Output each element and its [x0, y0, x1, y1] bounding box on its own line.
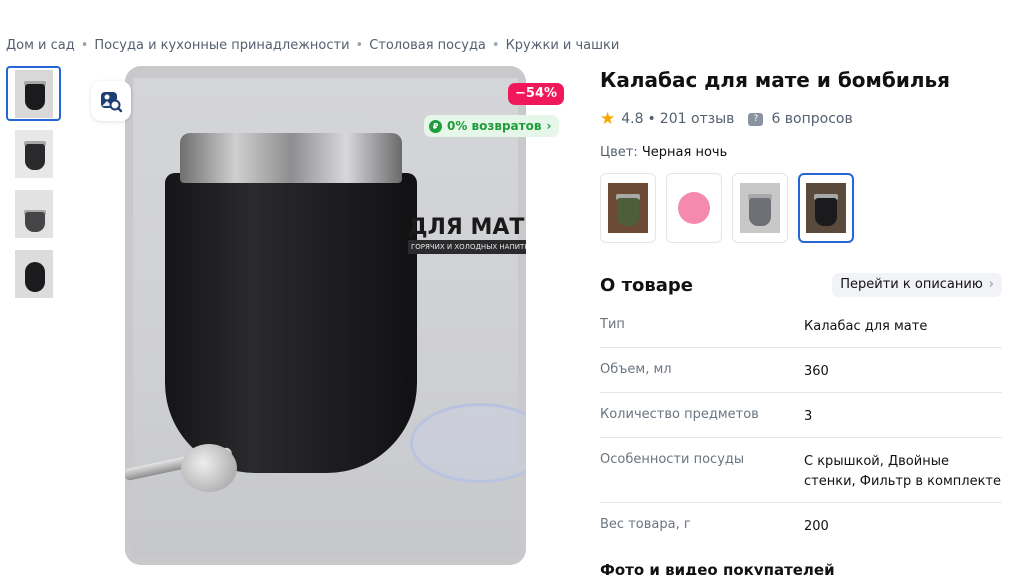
tumbler-body [165, 173, 417, 473]
color-row: Цвет: Черная ночь [600, 145, 1002, 160]
photo-title: ДЛЯ МАТЕ [408, 215, 526, 240]
spec-key: Особенности посуды [600, 452, 745, 467]
spec-value: 200 [804, 519, 829, 534]
breadcrumb-link-dinnerware[interactable]: Столовая посуда [369, 38, 486, 53]
spec-value: С крышкой, Двойные стенки, Фильтр в комп… [804, 454, 1001, 489]
swatch-grey[interactable] [732, 173, 788, 243]
about-title: О товаре [600, 274, 693, 296]
ruble-return-icon: ₽ [429, 119, 442, 133]
product-info: Калабас для мате и бомбилья ★ 4.8 • 201 … [600, 66, 1002, 548]
go-to-description-button[interactable]: Перейти к описанию › [832, 273, 1002, 297]
swatch-black[interactable] [798, 173, 854, 243]
about-header: О товаре Перейти к описанию › [600, 273, 1002, 297]
spec-key: Объем, мл [600, 362, 672, 377]
go-to-description-label: Перейти к описанию [840, 277, 983, 292]
rating-value: 4.8 [621, 111, 644, 127]
rating-separator: • [647, 111, 656, 127]
spec-key: Количество предметов [600, 407, 759, 422]
thumbnail-1[interactable] [6, 66, 61, 121]
thumbnail-4[interactable] [6, 246, 61, 301]
spec-row: Тип Калабас для мате [600, 303, 1002, 348]
color-value: Черная ночь [641, 145, 728, 160]
spec-row: Вес товара, г 200 [600, 503, 1002, 548]
lid-shape [410, 403, 526, 483]
rating-row: ★ 4.8 • 201 отзыв ? 6 вопросов [600, 109, 1002, 129]
breadcrumb-separator: • [80, 38, 89, 53]
image-search-button[interactable] [91, 81, 131, 121]
swatch-pink[interactable] [666, 173, 722, 243]
breadcrumb: Дом и сад • Посуда и кухонные принадлежнос… [6, 38, 619, 53]
spec-row: Количество предметов 3 [600, 393, 1002, 438]
product-title: Калабас для мате и бомбилья [600, 68, 950, 92]
star-icon: ★ [600, 109, 616, 129]
bombilla-head-shape [181, 444, 237, 492]
breadcrumb-link-mugs-cups[interactable]: Кружки и чашки [506, 38, 620, 53]
thumbnail-2[interactable] [6, 126, 61, 181]
reviews-link[interactable]: 201 отзыв [660, 111, 735, 127]
color-swatches [600, 173, 1002, 243]
returns-label: 0% возвратов [447, 119, 542, 133]
customer-photos-title: Фото и видео покупателей [600, 561, 835, 575]
color-label: Цвет: [600, 145, 638, 160]
spec-value: Калабас для мате [804, 319, 928, 334]
product-photo: ДЛЯ МАТЕ ГОРЯЧИХ И ХОЛОДНЫХ НАПИТКОВ [125, 78, 526, 556]
chevron-right-icon: › [546, 119, 552, 133]
breadcrumb-link-tableware[interactable]: Посуда и кухонные принадлежности [94, 38, 349, 53]
breadcrumb-link-home-garden[interactable]: Дом и сад [6, 38, 75, 53]
chevron-right-icon: › [988, 277, 994, 292]
thumbnail-3[interactable] [6, 186, 61, 241]
spec-row: Объем, мл 360 [600, 348, 1002, 393]
photo-subtitle: ГОРЯЧИХ И ХОЛОДНЫХ НАПИТКОВ [408, 240, 526, 254]
spec-value: 3 [804, 409, 813, 424]
questions-link[interactable]: 6 вопросов [771, 111, 852, 127]
spec-key: Тип [600, 317, 625, 332]
tumbler-rim [180, 133, 402, 183]
specs-table: Тип Калабас для мате Объем, мл 360 Колич… [600, 303, 1002, 548]
spec-value: 360 [804, 364, 829, 379]
main-product-image[interactable]: ДЛЯ МАТЕ ГОРЯЧИХ И ХОЛОДНЫХ НАПИТКОВ [125, 66, 526, 565]
search-image-icon [101, 92, 123, 113]
swatch-olive[interactable] [600, 173, 656, 243]
breadcrumb-separator: • [491, 38, 500, 53]
returns-badge[interactable]: ₽ 0% возвратов › [424, 115, 560, 137]
breadcrumb-separator: • [355, 38, 364, 53]
spec-row: Особенности посуды С крышкой, Двойные ст… [600, 438, 1002, 503]
thumbnail-list [6, 66, 61, 306]
spec-key: Вес товара, г [600, 517, 691, 532]
question-icon: ? [748, 112, 764, 126]
discount-badge: −54% [508, 83, 565, 105]
